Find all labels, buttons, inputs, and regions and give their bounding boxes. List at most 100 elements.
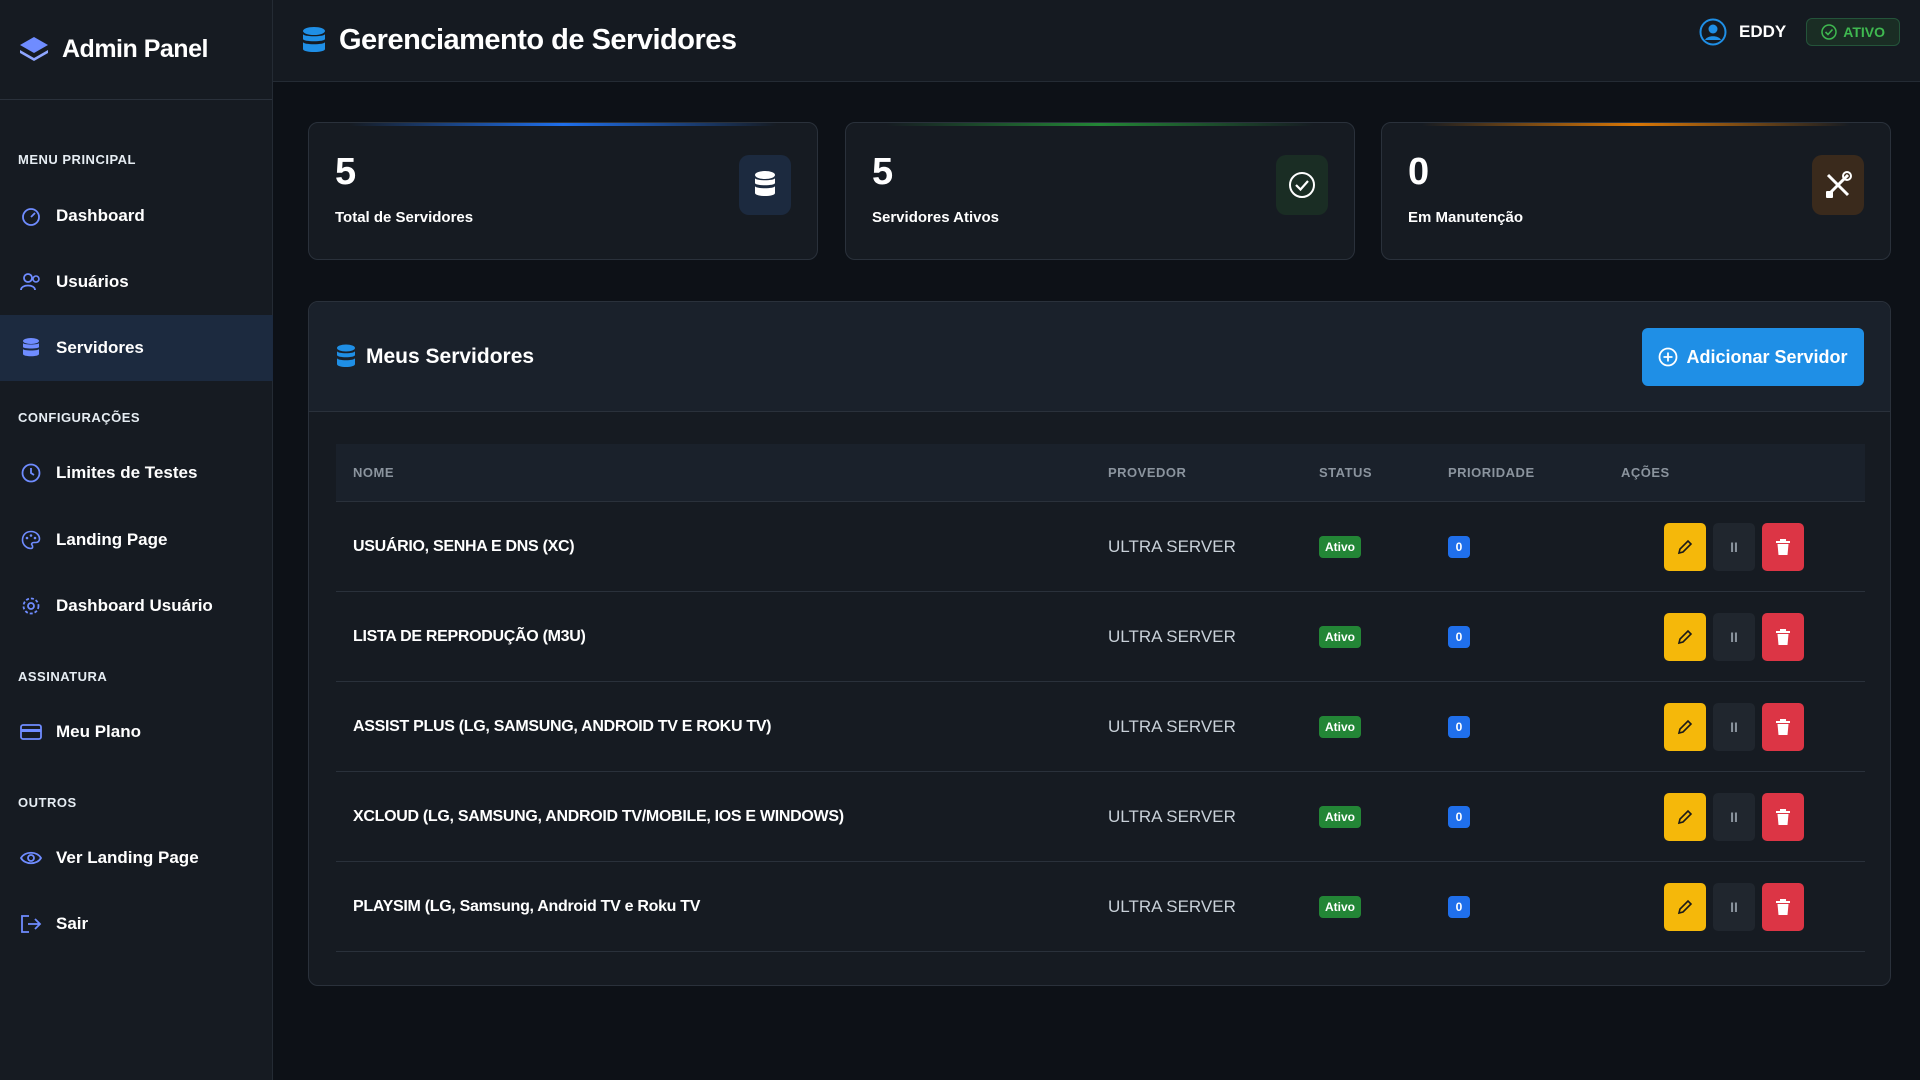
nav-section-assinatura: ASSINATURA — [18, 669, 108, 684]
user-area: EDDY ATIVO — [1699, 18, 1900, 46]
server-provider: ULTRA SERVER — [1108, 807, 1236, 826]
edit-button[interactable] — [1664, 883, 1706, 931]
stat-accent — [349, 123, 777, 126]
table-row: XCLOUD (LG, SAMSUNG, ANDROID TV/MOBILE, … — [336, 772, 1865, 862]
layers-icon — [20, 36, 48, 61]
status-badge: Ativo — [1319, 716, 1361, 738]
status-text: ATIVO — [1843, 24, 1885, 40]
gauge-icon — [20, 205, 42, 227]
database-icon — [20, 337, 42, 359]
nav-section-configuracoes: CONFIGURAÇÕES — [18, 410, 141, 425]
table-row: PLAYSIM (LG, Samsung, Android TV e Roku … — [336, 862, 1865, 952]
palette-icon — [20, 529, 42, 551]
sidebar-item-meu-plano[interactable]: Meu Plano — [0, 699, 273, 765]
stat-value: 5 — [872, 151, 894, 193]
sidebar-item-landing-page[interactable]: Landing Page — [0, 507, 273, 573]
column-header-provedor[interactable]: PROVEDOR — [1108, 465, 1186, 480]
edit-button[interactable] — [1664, 793, 1706, 841]
plus-circle-icon — [1659, 347, 1678, 367]
add-server-button[interactable]: Adicionar Servidor — [1642, 328, 1864, 386]
column-header-prioridade[interactable]: PRIORIDADE — [1448, 465, 1535, 480]
server-provider: ULTRA SERVER — [1108, 627, 1236, 646]
status-badge: Ativo — [1319, 626, 1361, 648]
stat-label: Total de Servidores — [335, 209, 474, 226]
edit-button[interactable] — [1664, 523, 1706, 571]
nav-section-menu-principal: MENU PRINCIPAL — [18, 152, 136, 167]
check-circle-icon — [1276, 155, 1328, 215]
sidebar-item-label: Ver Landing Page — [56, 848, 199, 867]
status-badge: Ativo — [1319, 806, 1361, 828]
sidebar-item-servidores[interactable]: Servidores — [0, 315, 273, 381]
server-name: ASSIST PLUS (LG, SAMSUNG, ANDROID TV E R… — [353, 718, 772, 735]
sidebar-item-dashboard[interactable]: Dashboard — [0, 183, 273, 249]
stat-label: Servidores Ativos — [872, 209, 999, 226]
users-icon — [20, 271, 42, 293]
tools-icon — [1812, 155, 1864, 215]
row-actions: II — [1664, 502, 1811, 592]
column-header-status[interactable]: STATUS — [1319, 465, 1372, 480]
servers-table: NOME PROVEDOR STATUS PRIORIDADE AÇÕES US… — [336, 444, 1865, 952]
server-name: PLAYSIM (LG, Samsung, Android TV e Roku … — [353, 898, 701, 915]
credit-card-icon — [20, 721, 42, 743]
pause-button[interactable]: II — [1713, 613, 1755, 661]
stat-value: 0 — [1408, 151, 1430, 193]
pencil-icon — [1677, 629, 1693, 645]
row-actions: II — [1664, 772, 1811, 862]
edit-button[interactable] — [1664, 703, 1706, 751]
logout-icon — [20, 913, 42, 935]
delete-button[interactable] — [1762, 883, 1804, 931]
user-circle-icon[interactable] — [1699, 18, 1727, 46]
edit-button[interactable] — [1664, 613, 1706, 661]
priority-badge: 0 — [1448, 806, 1470, 828]
server-provider: ULTRA SERVER — [1108, 537, 1236, 556]
server-name: USUÁRIO, SENHA E DNS (XC) — [353, 538, 575, 555]
sidebar-item-dashboard-usuario[interactable]: Dashboard Usuário — [0, 573, 273, 639]
panel-header: Meus Servidores Adicionar Servidor — [309, 302, 1890, 412]
priority-badge: 0 — [1448, 536, 1470, 558]
pencil-icon — [1677, 539, 1693, 555]
stat-card-ativos: 5 Servidores Ativos — [845, 122, 1355, 260]
delete-button[interactable] — [1762, 613, 1804, 661]
status-badge: Ativo — [1319, 536, 1361, 558]
sidebar-item-label: Usuários — [56, 272, 129, 291]
sidebar-item-ver-landing-page[interactable]: Ver Landing Page — [0, 825, 273, 891]
table-header: NOME PROVEDOR STATUS PRIORIDADE AÇÕES — [336, 444, 1865, 502]
stat-card-manutencao: 0 Em Manutenção — [1381, 122, 1891, 260]
brand-title: Admin Panel — [62, 35, 208, 63]
sidebar-item-limites-de-testes[interactable]: Limites de Testes — [0, 440, 273, 506]
sidebar-item-label: Dashboard — [56, 206, 145, 225]
delete-button[interactable] — [1762, 703, 1804, 751]
sidebar-item-usuarios[interactable]: Usuários — [0, 249, 273, 315]
status-badge: Ativo — [1319, 896, 1361, 918]
user-name[interactable]: EDDY — [1739, 22, 1786, 42]
trash-icon — [1776, 809, 1790, 825]
server-name: XCLOUD (LG, SAMSUNG, ANDROID TV/MOBILE, … — [353, 808, 844, 825]
sidebar-item-label: Landing Page — [56, 530, 168, 549]
pause-button[interactable]: II — [1713, 523, 1755, 571]
add-server-label: Adicionar Servidor — [1686, 346, 1848, 367]
stat-accent — [1422, 123, 1850, 126]
stat-card-total: 5 Total de Servidores — [308, 122, 818, 260]
sidebar-item-sair[interactable]: Sair — [0, 891, 273, 957]
servers-panel: Meus Servidores Adicionar Servidor NOME … — [308, 301, 1891, 986]
trash-icon — [1776, 719, 1790, 735]
clock-icon — [20, 462, 42, 484]
brand[interactable]: Admin Panel — [0, 0, 272, 100]
pause-button[interactable]: II — [1713, 883, 1755, 931]
delete-button[interactable] — [1762, 523, 1804, 571]
table-row: LISTA DE REPRODUÇÃO (M3U) ULTRA SERVER A… — [336, 592, 1865, 682]
pause-button[interactable]: II — [1713, 703, 1755, 751]
page-title: Gerenciamento de Servidores — [339, 24, 737, 56]
stat-label: Em Manutenção — [1408, 209, 1524, 226]
delete-button[interactable] — [1762, 793, 1804, 841]
server-name: LISTA DE REPRODUÇÃO (M3U) — [353, 628, 586, 645]
column-header-nome[interactable]: NOME — [353, 465, 394, 480]
eye-icon — [20, 847, 42, 869]
pause-button[interactable]: II — [1713, 793, 1755, 841]
stat-value: 5 — [335, 151, 357, 193]
stat-accent — [886, 123, 1314, 126]
column-header-acoes: AÇÕES — [1621, 465, 1670, 480]
panel-title: Meus Servidores — [366, 344, 535, 368]
topbar: Gerenciamento de Servidores EDDY ATIVO — [273, 0, 1920, 82]
priority-badge: 0 — [1448, 626, 1470, 648]
